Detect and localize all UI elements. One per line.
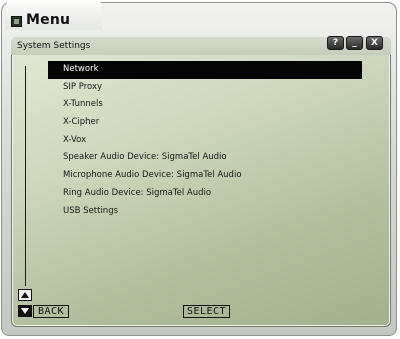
select-button[interactable]: SELECT bbox=[183, 305, 230, 318]
menu-item-x-cipher[interactable]: X-Cipher bbox=[48, 114, 362, 132]
minimize-button[interactable]: _ bbox=[346, 36, 363, 50]
menu-item-x-vox[interactable]: X-Vox bbox=[48, 132, 362, 150]
back-button[interactable]: BACK bbox=[33, 305, 69, 318]
arrow-down-icon[interactable] bbox=[18, 305, 32, 317]
window-title: Menu bbox=[26, 12, 71, 28]
menu-item-microphone-audio-device[interactable]: Microphone Audio Device: SigmaTel Audio bbox=[48, 167, 362, 185]
panel-title: System Settings bbox=[17, 41, 91, 51]
scroll-track bbox=[25, 66, 26, 286]
menu-item-usb-settings[interactable]: USB Settings bbox=[48, 203, 362, 221]
menu-item-x-tunnels[interactable]: X-Tunnels bbox=[48, 96, 362, 114]
close-button[interactable]: X bbox=[366, 36, 383, 50]
menu-item-network[interactable]: Network bbox=[48, 61, 362, 79]
menu-item-speaker-audio-device[interactable]: Speaker Audio Device: SigmaTel Audio bbox=[48, 149, 362, 167]
settings-menu-list: Network SIP Proxy X-Tunnels X-Cipher X-V… bbox=[48, 61, 362, 220]
menu-app-icon bbox=[11, 16, 22, 27]
menu-item-ring-audio-device[interactable]: Ring Audio Device: SigmaTel Audio bbox=[48, 185, 362, 203]
menu-item-sip-proxy[interactable]: SIP Proxy bbox=[48, 79, 362, 97]
help-button[interactable]: ? bbox=[327, 36, 344, 50]
arrow-up-icon[interactable] bbox=[18, 289, 32, 301]
